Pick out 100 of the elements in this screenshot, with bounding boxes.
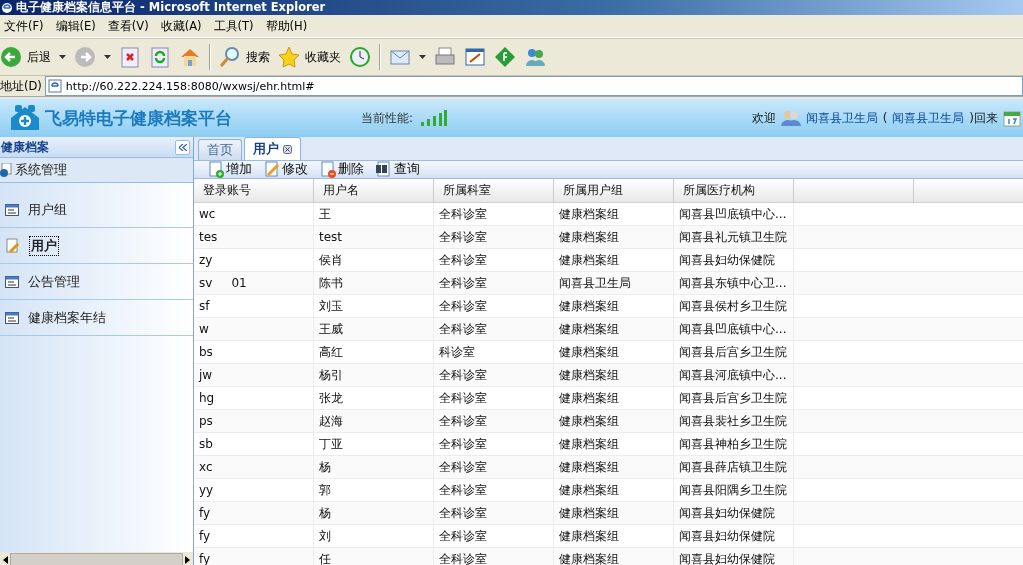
table-cell: 全科诊室	[434, 364, 554, 386]
menu-item[interactable]: 查看(V)	[107, 18, 149, 34]
sidebar-title: 健康档案	[1, 138, 49, 156]
toolbar-button[interactable]: 搜索	[219, 46, 270, 68]
table-row[interactable]: fy 杨 全科诊室 健康档案组 闻喜县妇幼保健院	[194, 502, 1023, 525]
table-cell: fy	[194, 502, 314, 524]
table-cell: 闻喜县凹底镇中心...	[674, 318, 794, 340]
table-cell: 高红	[314, 341, 434, 363]
table-cell: 全科诊室	[434, 387, 554, 409]
table-cell: 杨	[314, 456, 434, 478]
table-cell: 全科诊室	[434, 295, 554, 317]
menu-item[interactable]: 工具(T)	[213, 18, 254, 34]
toolbar-button[interactable]	[494, 46, 516, 68]
table-cell: 杨引	[314, 364, 434, 386]
table-cell: 健康档案组	[554, 410, 674, 432]
collapse-button[interactable]	[175, 139, 190, 155]
action-button[interactable]: 增加	[208, 161, 252, 178]
table-cell: sb	[194, 433, 314, 455]
pencil-icon	[264, 161, 280, 178]
toolbar-button[interactable]	[434, 46, 456, 68]
toolbar-button[interactable]	[349, 46, 371, 68]
table-cell: 全科诊室	[434, 318, 554, 340]
table-cell: yy	[194, 479, 314, 501]
table-cell: 健康档案组	[554, 203, 674, 225]
menu-item[interactable]: 文件(F)	[4, 18, 44, 34]
user-link[interactable]: 闻喜县卫生局	[805, 109, 878, 127]
table-cell: 闻喜县侯村乡卫生院	[674, 295, 794, 317]
table-row[interactable]: jw 杨引 全科诊室 健康档案组 闻喜县河底镇中心...	[194, 364, 1023, 387]
list-icon	[5, 276, 19, 288]
table-row[interactable]: ps 赵海 全科诊室 健康档案组 闻喜县裴社乡卫生院	[194, 410, 1023, 433]
table-cell: 闻喜县妇幼保健院	[674, 249, 794, 271]
bracket-text: (	[882, 111, 888, 125]
table-cell: sv 01	[194, 272, 314, 294]
horizontal-scrollbar[interactable]	[0, 552, 193, 565]
table-cell: 闻喜县阳隅乡卫生院	[674, 479, 794, 501]
table-cell: ps	[194, 410, 314, 432]
app-logo-text: 飞易特电子健康档案平台	[45, 106, 232, 130]
tab[interactable]: 首页	[198, 139, 242, 160]
table-cell: 全科诊室	[434, 203, 554, 225]
browser-icon	[1, 1, 13, 14]
toolbar-button[interactable]	[119, 46, 141, 68]
table-cell: 健康档案组	[554, 525, 674, 547]
table-cell: 闻喜县后宫乡卫生院	[674, 387, 794, 409]
section-header[interactable]: 系统管理	[0, 158, 193, 183]
table-cell: fy	[194, 548, 314, 565]
table-cell: 侯肖	[314, 249, 434, 271]
table-cell: 杨	[314, 502, 434, 524]
menu-item[interactable]: 帮助(H)	[265, 18, 308, 34]
table-row[interactable]: sv 01 陈书 全科诊室 闻喜县卫生局 闻喜县东镇中心卫...	[194, 272, 1023, 295]
table-row[interactable]: xc 杨 全科诊室 健康档案组 闻喜县薛店镇卫生院	[194, 456, 1023, 479]
table-cell: 健康档案组	[554, 295, 674, 317]
action-button[interactable]: 删除	[320, 161, 364, 178]
sidebar-item[interactable]: 健康档案年结	[27, 309, 107, 327]
people-icon	[524, 46, 546, 68]
double-chevron-icon	[178, 143, 187, 151]
toolbar-button[interactable]	[149, 46, 171, 68]
table-cell: 健康档案组	[554, 456, 674, 478]
column-header[interactable]: 用户名	[314, 179, 434, 202]
table-cell: 王威	[314, 318, 434, 340]
table-row[interactable]: fy 任 全科诊室 健康档案组 闻喜县妇幼保健院	[194, 548, 1023, 565]
action-button[interactable]: 修改	[264, 161, 308, 178]
table-cell: zy	[194, 249, 314, 271]
sidebar-item[interactable]: 公告管理	[27, 273, 81, 291]
house-cross-icon	[9, 104, 41, 132]
column-header[interactable]: 所属医疗机构	[674, 179, 794, 202]
org-link[interactable]: 闻喜县卫生局	[892, 109, 965, 127]
toolbar-button[interactable]	[179, 46, 201, 68]
table-cell: 健康档案组	[554, 433, 674, 455]
table-row[interactable]: w 王威 全科诊室 健康档案组 闻喜县凹底镇中心...	[194, 318, 1023, 341]
refresh-icon	[149, 46, 171, 68]
table-cell: 闻喜县东镇中心卫...	[674, 272, 794, 294]
dropdown-caret-icon	[59, 55, 66, 59]
sidebar-item[interactable]: 用户组	[27, 201, 68, 219]
toolbar-button[interactable]: 后退	[0, 46, 51, 68]
page-icon	[47, 79, 62, 93]
column-header[interactable]: 所属用户组	[554, 179, 674, 202]
action-button[interactable]: 查询	[376, 161, 420, 178]
address-field[interactable]: http://60.222.224.158:8080/wxwsj/ehr.html#	[44, 76, 1023, 96]
table-cell: 健康档案组	[554, 341, 674, 363]
tab[interactable]: 用户	[244, 137, 301, 160]
menu-item[interactable]: 编辑(E)	[55, 18, 96, 34]
sidebar-item[interactable]: 用户	[29, 236, 59, 256]
toolbar-button[interactable]: 收藏夹	[278, 46, 341, 68]
table-cell: 全科诊室	[434, 249, 554, 271]
table-cell: 闻喜县妇幼保健院	[674, 525, 794, 547]
table-cell: 闻喜县后宫乡卫生院	[674, 341, 794, 363]
column-header[interactable]: 登录账号	[194, 179, 314, 202]
list-icon	[5, 204, 19, 216]
star-icon	[278, 46, 300, 68]
menu-item[interactable]: 收藏(A)	[160, 18, 202, 34]
scroll-left-icon	[3, 555, 8, 564]
table-cell: 郭	[314, 479, 434, 501]
table-row[interactable]: tes test 全科诊室 健康档案组 闻喜县礼元镇卫生院	[194, 226, 1023, 249]
table-cell: 闻喜县裴社乡卫生院	[674, 410, 794, 432]
table-cell: 健康档案组	[554, 226, 674, 248]
table-cell: 全科诊室	[434, 226, 554, 248]
column-header[interactable]: 所属科室	[434, 179, 554, 202]
table-cell: 全科诊室	[434, 456, 554, 478]
toolbar-button[interactable]	[464, 46, 486, 68]
toolbar-button[interactable]	[524, 46, 546, 68]
